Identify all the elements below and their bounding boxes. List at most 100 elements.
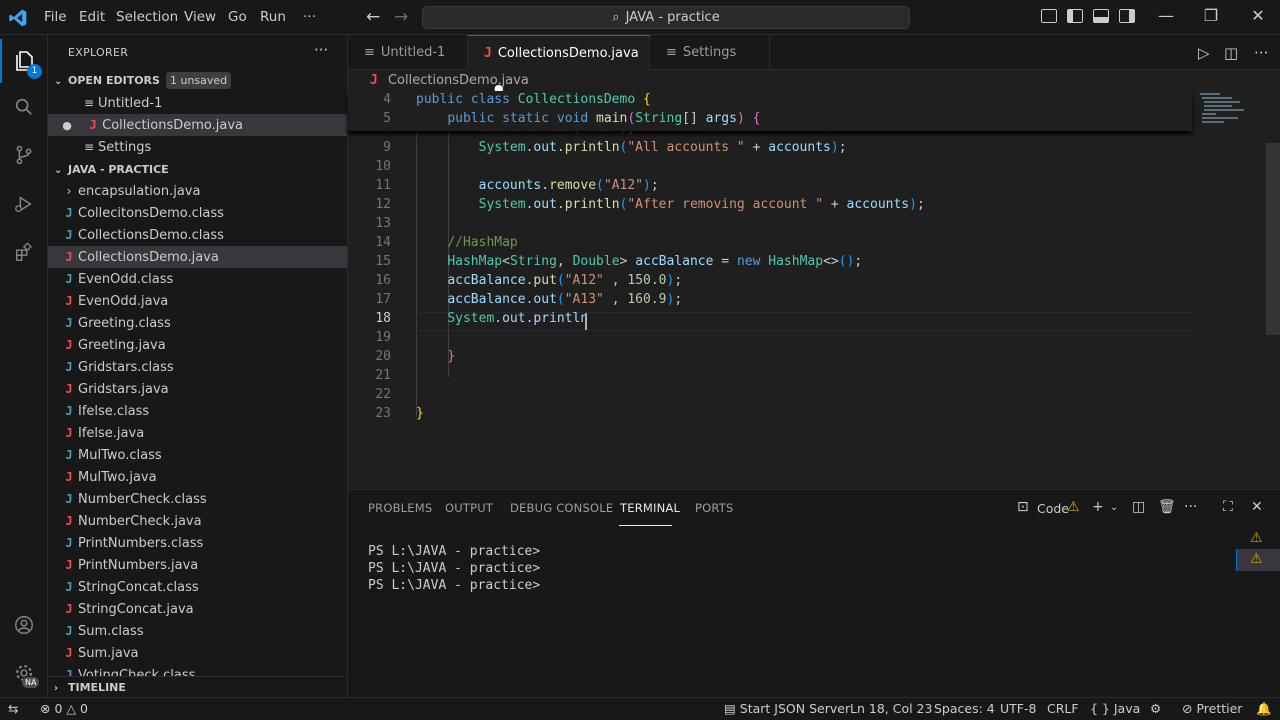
trash-icon[interactable]: 🗑 — [1158, 499, 1176, 515]
explorer-more-actions[interactable]: ··· — [314, 41, 328, 59]
menu-go[interactable]: Go — [228, 9, 247, 25]
selected-terminal[interactable]: ⚠ — [1236, 549, 1280, 571]
file-item[interactable]: J Sum.java — [48, 642, 347, 664]
chevron-down-icon[interactable]: ⌄ — [1110, 502, 1118, 513]
timeline-header[interactable]: › TIMELINE — [48, 676, 347, 697]
close-panel-icon[interactable]: ✕ — [1251, 499, 1263, 515]
json-server-status[interactable]: ▤ Start JSON Server — [724, 701, 850, 716]
menu-run[interactable]: Run — [260, 9, 286, 25]
tab-ports[interactable]: PORTS — [695, 501, 733, 515]
toggle-primary-sidebar-icon[interactable] — [1067, 9, 1083, 23]
editor-scrollbar[interactable] — [1266, 143, 1280, 335]
language-mode[interactable]: { } Java — [1090, 701, 1140, 716]
command-center-search[interactable]: ⌕ JAVA - practice — [422, 6, 910, 29]
warning-icon: △ — [66, 701, 77, 716]
accounts-activity[interactable] — [0, 603, 48, 647]
more-actions-icon[interactable]: ··· — [1184, 499, 1197, 515]
new-terminal-icon[interactable]: + — [1092, 499, 1104, 515]
file-item[interactable]: J MulTwo.class — [48, 444, 347, 466]
maximize-panel-icon[interactable]: ⛶ — [1223, 499, 1233, 515]
code-line: public static void main(String[] args) { — [447, 111, 761, 126]
cursor-position[interactable]: Ln 18, Col 23 — [850, 701, 932, 716]
file-item[interactable]: J StringConcat.class — [48, 576, 347, 598]
file-item[interactable]: J CollectionsDemo.java — [48, 246, 347, 268]
sticky-scroll[interactable]: 4 public class CollectionsDemo {5 public … — [348, 91, 1192, 131]
class-file-icon: J — [65, 316, 73, 330]
close-window-icon[interactable]: ✕ — [1238, 6, 1278, 25]
tab-output[interactable]: OUTPUT — [445, 501, 493, 515]
encoding[interactable]: UTF-8 — [1000, 701, 1036, 716]
folder-item[interactable]: › encapsulation.java — [48, 180, 347, 202]
manage-activity[interactable]: NA — [0, 651, 48, 695]
more-actions-icon[interactable]: ··· — [1254, 44, 1268, 62]
indentation[interactable]: Spaces: 4 — [934, 701, 995, 716]
copilot-icon[interactable]: ⚙ — [1150, 701, 1161, 716]
problems-status[interactable]: ⊗ 0 △ 0 — [40, 701, 88, 716]
file-item[interactable]: J Ifelse.class — [48, 400, 347, 422]
file-item[interactable]: J EvenOdd.class — [48, 268, 347, 290]
open-editor-collectionsdemo[interactable]: ● J CollectionsDemo.java — [48, 114, 347, 137]
file-item[interactable]: J Greeting.class — [48, 312, 347, 334]
breadcrumb-file[interactable]: CollectionsDemo.java — [388, 73, 529, 88]
file-item[interactable]: J NumberCheck.class — [48, 488, 347, 510]
menu-view[interactable]: View — [184, 9, 216, 25]
warning-icon[interactable]: ⚠ — [1250, 530, 1263, 546]
run-icon[interactable]: ▷ — [1198, 44, 1210, 62]
minimap[interactable] — [1196, 91, 1266, 151]
terminal-name[interactable]: Code — [1037, 501, 1069, 516]
project-label: JAVA - PRACTICE — [68, 163, 169, 176]
file-label: Greeting.class — [78, 316, 171, 331]
file-item[interactable]: J Sum.class — [48, 620, 347, 642]
minimize-icon[interactable]: — — [1146, 6, 1186, 25]
vscode-logo-icon[interactable] — [8, 8, 28, 28]
tab-debug-console[interactable]: DEBUG CONSOLE — [510, 501, 613, 515]
toggle-secondary-sidebar-icon[interactable] — [1119, 9, 1135, 23]
file-item[interactable]: J Greeting.java — [48, 334, 347, 356]
tab-terminal[interactable]: TERMINAL — [620, 501, 680, 515]
customize-layout-icon[interactable] — [1041, 9, 1057, 23]
file-item[interactable]: J Ifelse.java — [48, 422, 347, 444]
back-arrow-icon[interactable]: ← — [366, 7, 380, 27]
open-editor-untitled[interactable]: ≡ Untitled-1 — [48, 92, 347, 114]
menu-more[interactable]: ··· — [303, 9, 316, 25]
menu-selection[interactable]: Selection — [116, 9, 178, 25]
remote-icon[interactable]: ⇆ — [8, 701, 18, 716]
source-control-activity[interactable] — [0, 133, 48, 177]
file-item[interactable]: J PrintNumbers.class — [48, 532, 347, 554]
end-of-line[interactable]: CRLF — [1047, 701, 1079, 716]
menu-edit[interactable]: Edit — [79, 9, 105, 25]
file-item[interactable]: J MulTwo.java — [48, 466, 347, 488]
file-item[interactable]: J Gridstars.class — [48, 356, 347, 378]
split-editor-icon[interactable]: ◫ — [1224, 44, 1238, 62]
extensions-activity[interactable] — [0, 230, 48, 274]
restore-icon[interactable]: ❐ — [1191, 6, 1231, 25]
menu-file[interactable]: File — [44, 9, 67, 25]
code-editor[interactable]: 8 accounts.add("A13");9 System.out.print… — [348, 91, 1280, 489]
open-editor-settings[interactable]: ≡ Settings — [48, 136, 347, 158]
run-debug-activity[interactable] — [0, 182, 48, 226]
split-terminal-icon[interactable]: ◫ — [1132, 499, 1145, 515]
tab-settings[interactable]: ≡ Settings — [650, 35, 770, 70]
file-item[interactable]: J CollecitonsDemo.class — [48, 202, 347, 224]
toggle-panel-icon[interactable] — [1093, 9, 1109, 23]
prettier-icon: ⊘ — [1182, 701, 1193, 716]
notifications-icon[interactable]: 🔔 — [1256, 701, 1272, 717]
modified-dot[interactable]: ● — [60, 115, 74, 137]
file-item[interactable]: J PrintNumbers.java — [48, 554, 347, 576]
explorer-activity[interactable]: 1 — [0, 39, 48, 83]
braces-icon: { } — [1090, 701, 1110, 716]
tab-collectionsdemo[interactable]: J CollectionsDemo.java● — [468, 35, 650, 95]
terminal-icon[interactable]: ⊡ — [1017, 499, 1029, 515]
file-item[interactable]: J EvenOdd.java — [48, 290, 347, 312]
file-item[interactable]: J Gridstars.java — [48, 378, 347, 400]
open-editors-header[interactable]: ⌄ OPEN EDITORS 1 unsaved — [48, 70, 347, 92]
file-item[interactable]: J NumberCheck.java — [48, 510, 347, 532]
forward-arrow-icon[interactable]: → — [394, 7, 408, 27]
prettier-status[interactable]: ⊘ Prettier — [1182, 701, 1242, 716]
file-item[interactable]: J CollectionsDemo.class — [48, 224, 347, 246]
tab-problems[interactable]: PROBLEMS — [368, 501, 432, 515]
search-activity[interactable] — [0, 85, 48, 129]
tab-untitled[interactable]: ≡ Untitled-1 — [348, 35, 468, 70]
project-header[interactable]: ⌄ JAVA - PRACTICE — [48, 159, 347, 181]
file-item[interactable]: J StringConcat.java — [48, 598, 347, 620]
